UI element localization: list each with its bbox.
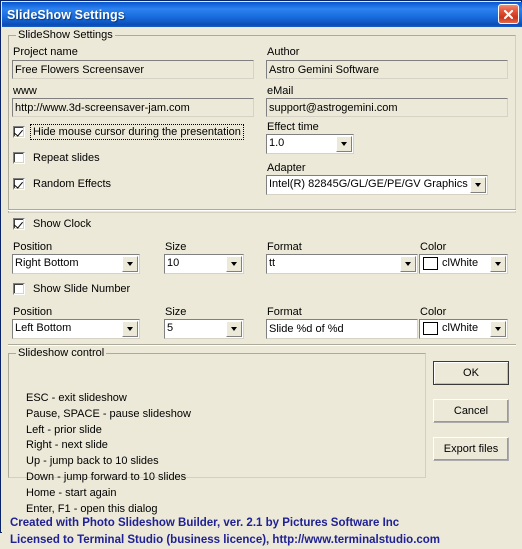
clock-color-value: clWhite	[442, 257, 479, 269]
slide-color-value: clWhite	[442, 322, 479, 334]
clock-size-label: Size	[165, 241, 187, 253]
ok-button-label: OK	[463, 367, 479, 379]
checkbox-box	[13, 283, 25, 295]
repeat-slides-label: Repeat slides	[33, 152, 100, 164]
show-slide-number-label: Show Slide Number	[33, 283, 131, 295]
footer-line-2: Licensed to Terminal Studio (business li…	[10, 534, 441, 546]
effect-time-value: 1.0	[269, 137, 285, 149]
window-title: SlideShow Settings	[7, 7, 125, 22]
ok-button[interactable]: OK	[433, 361, 509, 385]
list-item: Down - jump forward to 10 slides	[26, 470, 187, 483]
chevron-down-icon[interactable]	[336, 136, 352, 152]
dialog-client-area: SlideShow Settings Project name Free Flo…	[2, 27, 522, 546]
adapter-label: Adapter	[267, 162, 306, 174]
show-slide-number-checkbox[interactable]: Show Slide Number	[13, 282, 132, 296]
effect-time-combo[interactable]: 1.0	[266, 134, 354, 154]
close-button[interactable]	[498, 4, 519, 24]
list-item: Left - prior slide	[26, 423, 102, 436]
show-clock-checkbox[interactable]: Show Clock	[13, 217, 93, 231]
chevron-down-icon[interactable]	[470, 177, 486, 193]
hide-mouse-cursor-label: Hide mouse cursor during the presentatio…	[30, 124, 244, 140]
window-titlebar: SlideShow Settings	[2, 2, 522, 27]
checkbox-box	[13, 152, 25, 164]
clock-color-label: Color	[420, 241, 447, 253]
repeat-slides-checkbox[interactable]: Repeat slides	[13, 151, 102, 165]
list-item: Pause, SPACE - pause slideshow	[26, 407, 191, 420]
effect-time-label: Effect time	[267, 121, 319, 133]
list-item: Right - next slide	[26, 439, 108, 452]
clock-color-combo[interactable]: clWhite	[419, 254, 508, 274]
slideshow-settings-window: SlideShow Settings SlideShow Settings Pr…	[0, 0, 522, 546]
list-item: Up - jump back to 10 slides	[26, 455, 159, 468]
slide-color-label: Color	[420, 306, 447, 318]
clock-format-combo[interactable]: tt	[266, 254, 418, 274]
footer-credits: Created with Photo Slideshow Builder, ve…	[10, 515, 440, 549]
slide-size-value: 5	[167, 322, 174, 334]
list-item: ESC - exit slideshow	[26, 392, 127, 404]
chevron-down-icon[interactable]	[122, 321, 138, 337]
chevron-down-icon[interactable]	[122, 256, 138, 272]
close-icon	[503, 9, 514, 20]
clock-format-label: Format	[267, 241, 302, 253]
export-files-button-label: Export files	[443, 443, 499, 455]
slide-color-combo[interactable]: clWhite	[419, 319, 508, 339]
checkbox-box	[13, 178, 25, 190]
color-swatch	[423, 257, 438, 270]
clock-position-label: Position	[13, 241, 53, 253]
cancel-button-label: Cancel	[453, 405, 489, 417]
www-input[interactable]: http://www.3d-screensaver-jam.com	[12, 98, 254, 117]
project-name-input[interactable]: Free Flowers Screensaver	[12, 60, 254, 79]
slide-position-label: Position	[13, 306, 53, 318]
slide-size-combo[interactable]: 5	[164, 319, 244, 339]
footer-line-1: Created with Photo Slideshow Builder, ve…	[10, 517, 400, 529]
slide-position-combo[interactable]: Left Bottom	[12, 319, 140, 339]
cancel-button[interactable]: Cancel	[433, 399, 509, 423]
clock-size-combo[interactable]: 10	[164, 254, 244, 274]
email-input[interactable]: support@astrogemini.com	[266, 98, 508, 117]
email-label: eMail	[267, 85, 294, 97]
random-effects-checkbox[interactable]: Random Effects	[13, 177, 113, 191]
clock-format-value: tt	[269, 257, 276, 269]
project-name-label: Project name	[13, 46, 78, 58]
slideshow-control-group-title: Slideshow control	[16, 347, 107, 359]
show-clock-label: Show Clock	[33, 218, 92, 230]
hide-mouse-cursor-checkbox[interactable]: Hide mouse cursor during the presentatio…	[13, 124, 244, 140]
clock-position-combo[interactable]: Right Bottom	[12, 254, 140, 274]
clock-size-value: 10	[167, 257, 180, 269]
chevron-down-icon[interactable]	[490, 256, 506, 272]
chevron-down-icon[interactable]	[490, 321, 506, 337]
section-divider	[8, 209, 516, 211]
slide-size-label: Size	[165, 306, 187, 318]
chevron-down-icon[interactable]	[226, 321, 242, 337]
section-divider-2	[8, 344, 516, 346]
author-label: Author	[267, 46, 300, 58]
www-label: www	[13, 85, 37, 97]
slide-format-input[interactable]: Slide %d of %d	[266, 319, 418, 339]
chevron-down-icon[interactable]	[226, 256, 242, 272]
checkbox-box	[13, 126, 25, 138]
adapter-combo[interactable]: Intel(R) 82845G/GL/GE/PE/GV Graphics	[266, 175, 488, 195]
slide-position-value: Left Bottom	[15, 322, 72, 334]
checkbox-box	[13, 218, 25, 230]
author-input[interactable]: Astro Gemini Software	[266, 60, 508, 79]
random-effects-label: Random Effects	[33, 178, 112, 190]
adapter-value: Intel(R) 82845G/GL/GE/PE/GV Graphics	[269, 178, 468, 190]
list-item: Home - start again	[26, 486, 117, 499]
clock-position-value: Right Bottom	[15, 257, 79, 269]
color-swatch	[423, 322, 438, 335]
slideshow-control-list: ESC - exit slideshow Pause, SPACE - paus…	[26, 391, 191, 517]
export-files-button[interactable]: Export files	[433, 437, 509, 461]
slide-format-label: Format	[267, 306, 302, 318]
slideshow-settings-group-title: SlideShow Settings	[16, 29, 115, 41]
chevron-down-icon[interactable]	[400, 256, 416, 272]
